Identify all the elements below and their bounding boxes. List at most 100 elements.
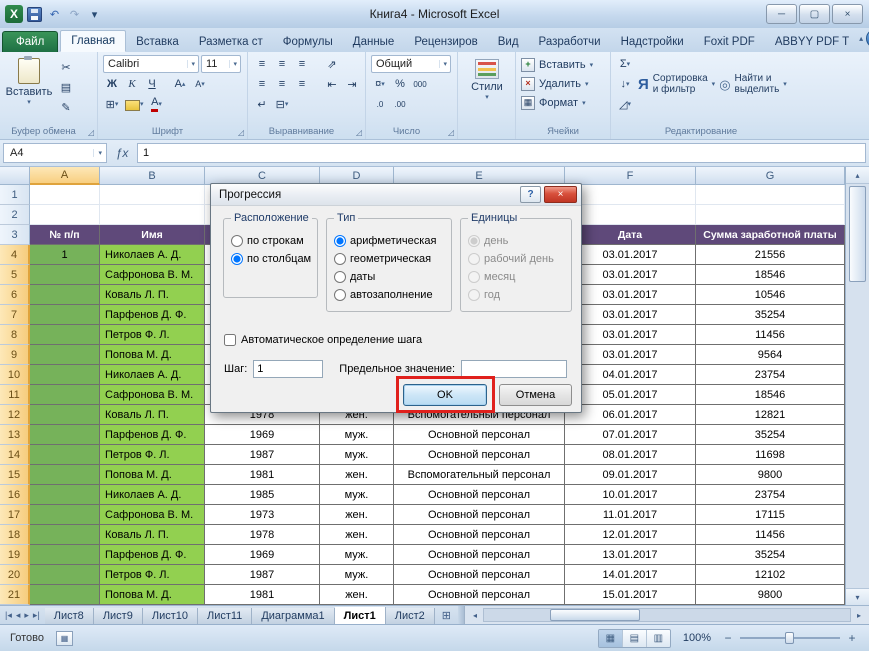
cell-C16[interactable]: 1985: [205, 485, 320, 505]
cell-A3[interactable]: № п/п: [30, 225, 100, 245]
cell-B2[interactable]: [100, 205, 205, 225]
borders-button[interactable]: ⊞▾: [103, 95, 121, 113]
column-header-A[interactable]: A: [30, 167, 100, 185]
row-header-9[interactable]: 9: [0, 345, 30, 365]
fill-color-button[interactable]: ▾: [123, 95, 146, 113]
cell-B7[interactable]: Парфенов Д. Ф.: [100, 305, 205, 325]
cell-A18[interactable]: [30, 525, 100, 545]
number-dialog-launcher-icon[interactable]: ◿: [448, 128, 454, 137]
cell-C17[interactable]: 1973: [205, 505, 320, 525]
cell-B9[interactable]: Попова М. Д.: [100, 345, 205, 365]
cell-G16[interactable]: 23754: [696, 485, 845, 505]
scroll-up-icon[interactable]: ▴: [846, 167, 869, 184]
row-header-3[interactable]: 3: [0, 225, 30, 245]
last-sheet-icon[interactable]: ▸|: [33, 610, 40, 621]
cell-F1[interactable]: [565, 185, 696, 205]
cell-E16[interactable]: Основной персонал: [394, 485, 565, 505]
format-cells-button[interactable]: ▦ Формат▾: [521, 93, 605, 112]
font-size-dropdown-icon[interactable]: ▾: [229, 60, 240, 68]
font-dialog-launcher-icon[interactable]: ◿: [238, 128, 244, 137]
radio-option-геометрическая[interactable]: геометрическая: [327, 250, 451, 268]
copy-button[interactable]: ▤: [57, 78, 75, 96]
cell-D18[interactable]: жен.: [320, 525, 394, 545]
ribbon-tab-Формулы[interactable]: Формулы: [273, 32, 343, 52]
orientation-button[interactable]: ⇗: [323, 55, 341, 73]
row-header-8[interactable]: 8: [0, 325, 30, 345]
ribbon-tab-Вид[interactable]: Вид: [488, 32, 529, 52]
select-all-corner[interactable]: [0, 167, 30, 185]
cell-F16[interactable]: 10.01.2017: [565, 485, 696, 505]
find-select-button[interactable]: ◎ Найти и выделить▾: [719, 55, 787, 113]
close-button[interactable]: ×: [832, 4, 863, 24]
horizontal-scrollbar-thumb[interactable]: [550, 609, 640, 621]
cell-B12[interactable]: Коваль Л. П.: [100, 405, 205, 425]
cell-B15[interactable]: Попова М. Д.: [100, 465, 205, 485]
row-header-20[interactable]: 20: [0, 565, 30, 585]
format-painter-button[interactable]: ✎: [57, 98, 75, 116]
cell-D15[interactable]: жен.: [320, 465, 394, 485]
cell-G9[interactable]: 9564: [696, 345, 845, 365]
cell-G2[interactable]: [696, 205, 845, 225]
font-name-dropdown-icon[interactable]: ▾: [187, 60, 198, 68]
cell-C15[interactable]: 1981: [205, 465, 320, 485]
cell-B14[interactable]: Петров Ф. Л.: [100, 445, 205, 465]
decrease-decimal-button[interactable]: .00: [391, 95, 409, 113]
cell-E20[interactable]: Основной персонал: [394, 565, 565, 585]
radio-input-арифметическая[interactable]: [334, 235, 346, 247]
horizontal-scrollbar[interactable]: ◂ ▸: [464, 606, 869, 624]
step-input[interactable]: [253, 360, 323, 378]
vertical-scrollbar[interactable]: ▴ ▾: [845, 167, 869, 605]
name-box-dropdown-icon[interactable]: ▾: [93, 149, 106, 157]
ribbon-tab-Файл[interactable]: Файл: [2, 31, 58, 52]
paste-dropdown-icon[interactable]: ▾: [27, 98, 31, 106]
cell-E18[interactable]: Основной персонал: [394, 525, 565, 545]
next-sheet-icon[interactable]: ▸: [24, 610, 29, 621]
row-header-12[interactable]: 12: [0, 405, 30, 425]
auto-step-checkbox[interactable]: [224, 334, 236, 346]
cell-F4[interactable]: 03.01.2017: [565, 245, 696, 265]
align-middle-button[interactable]: ≡: [273, 55, 291, 73]
font-color-button[interactable]: А▾: [148, 95, 166, 113]
sort-filter-button[interactable]: Я Сортировка и фильтр▾: [638, 55, 715, 113]
cell-A13[interactable]: [30, 425, 100, 445]
sheet-tab-Лист11[interactable]: Лист11: [198, 608, 252, 624]
ribbon-tab-Foxit PDF[interactable]: Foxit PDF: [694, 32, 765, 52]
cell-A19[interactable]: [30, 545, 100, 565]
sheet-tab-Лист9[interactable]: Лист9: [94, 608, 143, 624]
cell-B17[interactable]: Сафронова В. М.: [100, 505, 205, 525]
align-top-button[interactable]: ≡: [253, 55, 271, 73]
align-bottom-button[interactable]: ≡: [293, 55, 311, 73]
cell-C13[interactable]: 1969: [205, 425, 320, 445]
cell-D21[interactable]: жен.: [320, 585, 394, 605]
sheet-tab-Диаграмма1[interactable]: Диаграмма1: [252, 608, 334, 624]
row-header-14[interactable]: 14: [0, 445, 30, 465]
sheet-tab-Лист2[interactable]: Лист2: [386, 608, 435, 624]
radio-option-даты[interactable]: даты: [327, 268, 451, 286]
row-header-17[interactable]: 17: [0, 505, 30, 525]
column-header-G[interactable]: G: [696, 167, 845, 185]
macro-record-icon[interactable]: ▦: [56, 631, 73, 646]
cell-B3[interactable]: Имя: [100, 225, 205, 245]
cell-F7[interactable]: 03.01.2017: [565, 305, 696, 325]
row-header-18[interactable]: 18: [0, 525, 30, 545]
cell-B1[interactable]: [100, 185, 205, 205]
scroll-left-icon[interactable]: ◂: [467, 611, 483, 620]
scroll-right-icon[interactable]: ▸: [851, 611, 867, 620]
excel-logo-icon[interactable]: X: [5, 5, 23, 23]
zoom-slider-thumb[interactable]: [785, 632, 794, 644]
zoom-slider[interactable]: [740, 637, 840, 639]
cell-D20[interactable]: муж.: [320, 565, 394, 585]
fill-button[interactable]: ↓▾: [616, 75, 634, 93]
cell-F12[interactable]: 06.01.2017: [565, 405, 696, 425]
autosum-button[interactable]: Σ▾: [616, 55, 634, 73]
percent-style-button[interactable]: %: [391, 75, 409, 93]
cell-G13[interactable]: 35254: [696, 425, 845, 445]
radio-input-геометрическая[interactable]: [334, 253, 346, 265]
font-name-combo[interactable]: Calibri▾: [103, 55, 199, 73]
cell-A17[interactable]: [30, 505, 100, 525]
sheet-tab-Лист10[interactable]: Лист10: [143, 608, 198, 624]
increase-indent-button[interactable]: ⇥: [343, 75, 361, 93]
cell-B13[interactable]: Парфенов Д. Ф.: [100, 425, 205, 445]
cell-B18[interactable]: Коваль Л. П.: [100, 525, 205, 545]
cell-G6[interactable]: 10546: [696, 285, 845, 305]
